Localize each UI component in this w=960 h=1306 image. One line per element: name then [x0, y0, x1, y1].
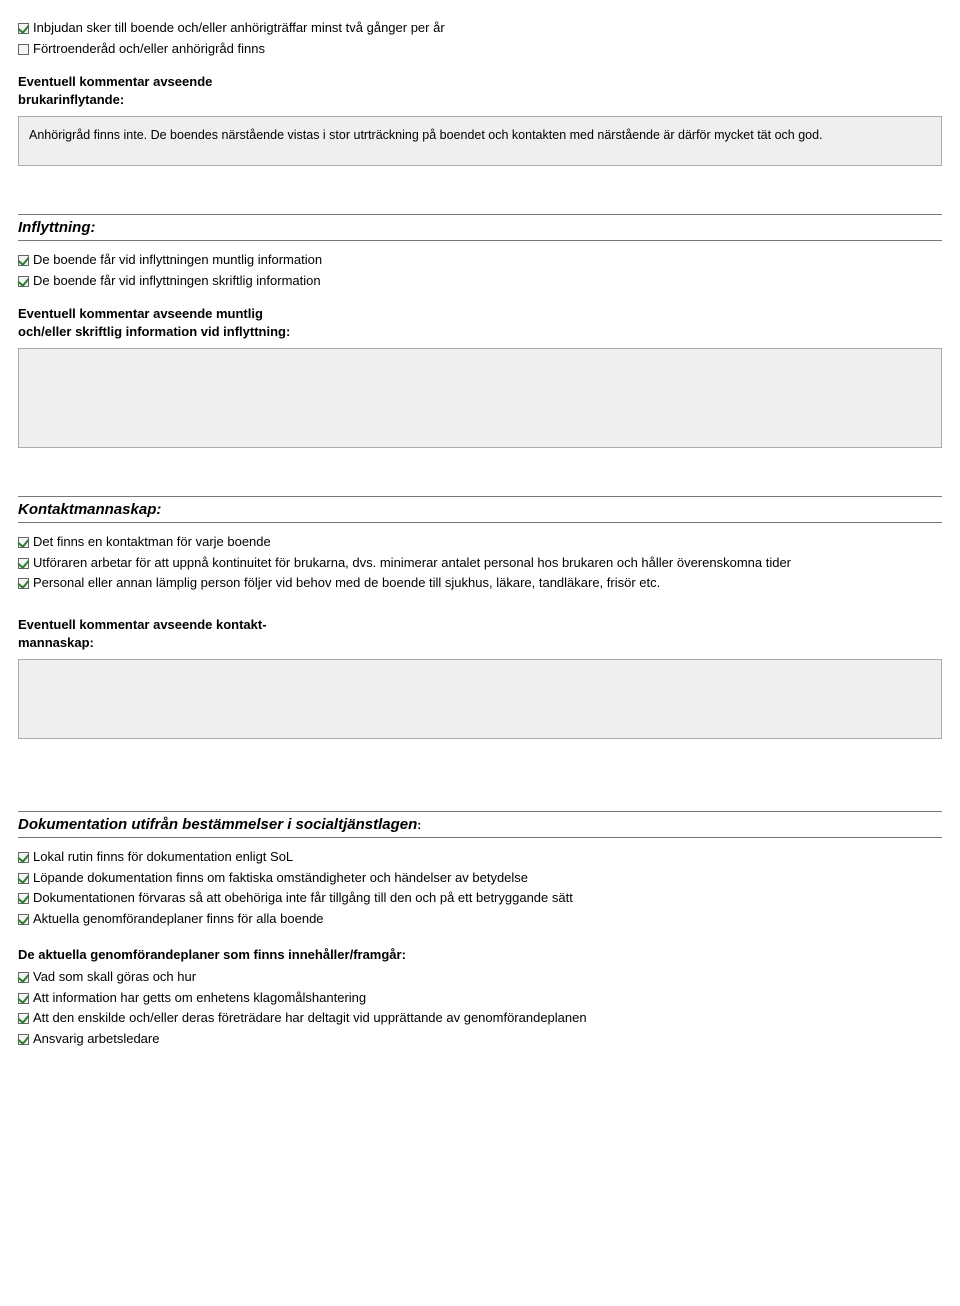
checkbox-label: Personal eller annan lämplig person följ…: [33, 575, 660, 590]
checkbox-row: Utföraren arbetar för att uppnå kontinui…: [18, 554, 942, 572]
comment-label: Eventuell kommentar avseende kontakt- ma…: [18, 616, 942, 651]
comment-box: [18, 348, 942, 448]
checkbox-row: Att information har getts om enhetens kl…: [18, 989, 942, 1007]
checkbox-group: Lokal rutin finns för dokumentation enli…: [18, 848, 942, 927]
checkbox-row: Vad som skall göras och hur: [18, 968, 942, 986]
section-dokumentation: Dokumentation utifrån bestämmelser i soc…: [18, 811, 942, 1047]
section-divider: [18, 837, 942, 838]
comment-label-line: Eventuell kommentar avseende: [18, 74, 212, 89]
comment-box: Anhörigråd finns inte. De boendes närstå…: [18, 116, 942, 166]
checkbox-label: Inbjudan sker till boende och/eller anhö…: [33, 20, 445, 35]
checkbox-label: Lokal rutin finns för dokumentation enli…: [33, 849, 293, 864]
comment-label-line: Eventuell kommentar avseende kontakt-: [18, 617, 267, 632]
checkbox-icon[interactable]: [18, 972, 29, 983]
checkbox-label: Att den enskilde och/eller deras företrä…: [33, 1010, 587, 1025]
checkbox-icon[interactable]: [18, 23, 29, 34]
checkbox-icon[interactable]: [18, 578, 29, 589]
section-divider: [18, 811, 942, 812]
checkbox-label: Att information har getts om enhetens kl…: [33, 990, 366, 1005]
checkbox-label: Ansvarig arbetsledare: [33, 1031, 159, 1046]
section-title: Inflyttning:: [18, 219, 942, 240]
comment-label: Eventuell kommentar avseende brukarinfly…: [18, 73, 942, 108]
section-divider: [18, 240, 942, 241]
checkbox-icon[interactable]: [18, 537, 29, 548]
checkbox-icon[interactable]: [18, 914, 29, 925]
checkbox-label: Vad som skall göras och hur: [33, 969, 196, 984]
checkbox-row: Personal eller annan lämplig person följ…: [18, 574, 942, 592]
checkbox-icon[interactable]: [18, 852, 29, 863]
comment-label-line: Eventuell kommentar avseende muntlig: [18, 306, 263, 321]
checkbox-group: Vad som skall göras och hur Att informat…: [18, 968, 942, 1047]
section-divider: [18, 214, 942, 215]
checkbox-group: Det finns en kontaktman för varje boende…: [18, 533, 942, 592]
comment-label-line: mannaskap:: [18, 635, 94, 650]
checkbox-row: Aktuella genomförandeplaner finns för al…: [18, 910, 942, 928]
checkbox-row: Inbjudan sker till boende och/eller anhö…: [18, 19, 942, 37]
checkbox-row: De boende får vid inflyttningen skriftli…: [18, 272, 942, 290]
checkbox-label: Dokumentationen förvaras så att obehörig…: [33, 890, 573, 905]
comment-text: Anhörigråd finns inte. De boendes närstå…: [29, 128, 823, 142]
section-title-text: Dokumentation utifrån bestämmelser i soc…: [18, 816, 417, 833]
checkbox-label: Det finns en kontaktman för varje boende: [33, 534, 271, 549]
subheading: De aktuella genomförandeplaner som finns…: [18, 947, 942, 962]
comment-box: [18, 659, 942, 739]
checkbox-icon[interactable]: [18, 893, 29, 904]
checkbox-label: Löpande dokumentation finns om faktiska …: [33, 870, 528, 885]
section-title-tail: :: [417, 818, 421, 832]
checkbox-row: Ansvarig arbetsledare: [18, 1030, 942, 1048]
section-divider: [18, 496, 942, 497]
section-divider: [18, 522, 942, 523]
section-title: Dokumentation utifrån bestämmelser i soc…: [18, 816, 942, 837]
spacer: [18, 739, 942, 781]
checkbox-label: De boende får vid inflyttningen skriftli…: [33, 273, 321, 288]
checkbox-row: Det finns en kontaktman för varje boende: [18, 533, 942, 551]
checkbox-icon[interactable]: [18, 255, 29, 266]
checkbox-row: De boende får vid inflyttningen muntlig …: [18, 251, 942, 269]
checkbox-icon[interactable]: [18, 1013, 29, 1024]
checkbox-label: Förtroenderåd och/eller anhörigråd finns: [33, 41, 265, 56]
top-checkbox-group: Inbjudan sker till boende och/eller anhö…: [18, 19, 942, 57]
document-page: Inbjudan sker till boende och/eller anhö…: [0, 0, 960, 1090]
checkbox-row: Att den enskilde och/eller deras företrä…: [18, 1009, 942, 1027]
comment-label: Eventuell kommentar avseende muntlig och…: [18, 305, 942, 340]
checkbox-row: Förtroenderåd och/eller anhörigråd finns: [18, 40, 942, 58]
checkbox-icon[interactable]: [18, 558, 29, 569]
checkbox-icon[interactable]: [18, 276, 29, 287]
checkbox-icon[interactable]: [18, 993, 29, 1004]
checkbox-icon[interactable]: [18, 1034, 29, 1045]
checkbox-row: Lokal rutin finns för dokumentation enli…: [18, 848, 942, 866]
checkbox-row: Löpande dokumentation finns om faktiska …: [18, 869, 942, 887]
comment-label-line: och/eller skriftlig information vid infl…: [18, 324, 290, 339]
checkbox-label: Aktuella genomförandeplaner finns för al…: [33, 911, 324, 926]
checkbox-label: Utföraren arbetar för att uppnå kontinui…: [33, 555, 791, 570]
section-title: Kontaktmannaskap:: [18, 501, 942, 522]
section-kontaktmannaskap: Kontaktmannaskap: Det finns en kontaktma…: [18, 496, 942, 739]
checkbox-label: De boende får vid inflyttningen muntlig …: [33, 252, 322, 267]
checkbox-row: Dokumentationen förvaras så att obehörig…: [18, 889, 942, 907]
section-inflyttning: Inflyttning: De boende får vid inflyttni…: [18, 214, 942, 448]
checkbox-icon[interactable]: [18, 44, 29, 55]
checkbox-group: De boende får vid inflyttningen muntlig …: [18, 251, 942, 289]
checkbox-icon[interactable]: [18, 873, 29, 884]
comment-label-line: brukarinflytande:: [18, 92, 124, 107]
